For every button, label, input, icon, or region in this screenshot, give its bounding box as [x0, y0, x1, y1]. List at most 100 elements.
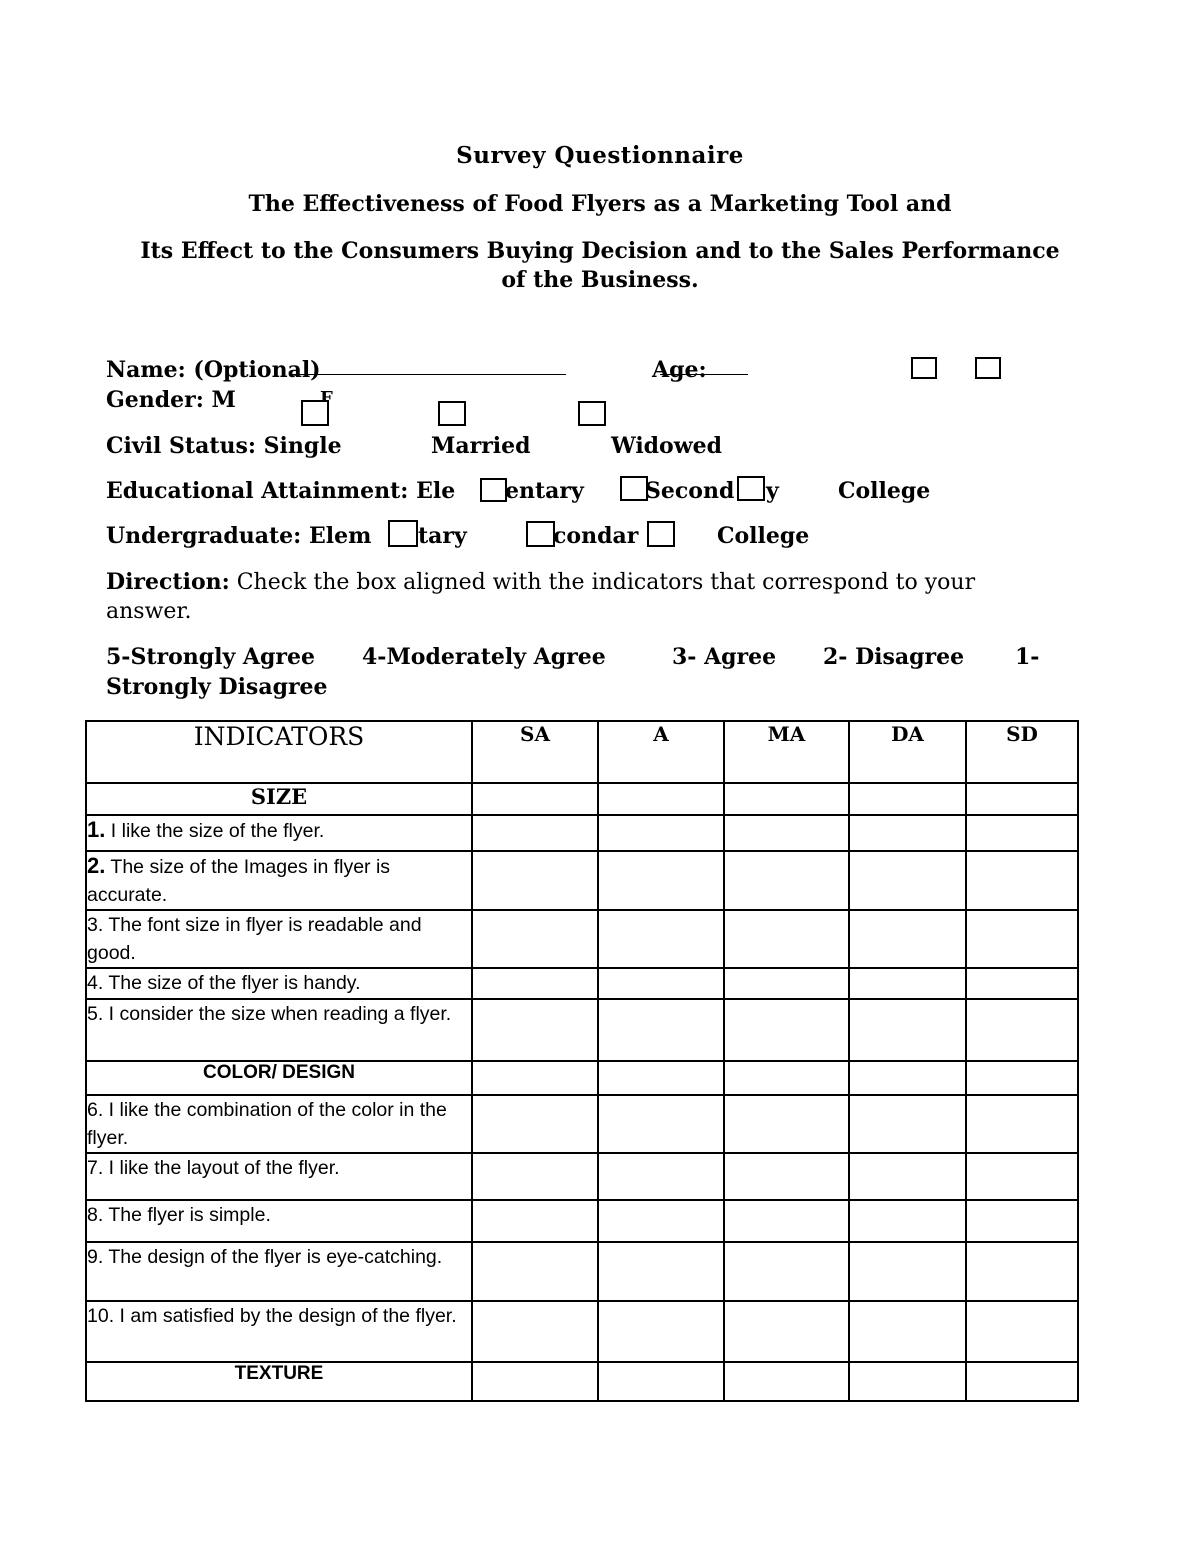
- rating-cell-da[interactable]: [848, 1199, 967, 1243]
- rating-cell-sa[interactable]: [471, 998, 599, 1062]
- indicator-number: 1.: [87, 817, 106, 842]
- header-a: A: [597, 720, 725, 784]
- checkbox-age-1[interactable]: [911, 357, 937, 379]
- checkbox-age-2[interactable]: [975, 357, 1001, 379]
- scale-1: Strongly Disagree: [106, 674, 328, 700]
- rating-cell-da[interactable]: [848, 909, 967, 969]
- indicator-statement: 6. I like the combination of the color i…: [87, 1099, 447, 1149]
- scale-3: 3- Agree: [672, 644, 777, 670]
- rating-cell-sd[interactable]: [965, 998, 1079, 1062]
- checkbox-undergrad-college[interactable]: [647, 521, 675, 547]
- checkbox-gender-m[interactable]: [301, 400, 329, 426]
- rating-cell-ma[interactable]: [723, 967, 850, 1000]
- rating-cell-sd: [965, 1361, 1079, 1402]
- header-da: DA: [848, 720, 967, 784]
- rating-cell-a: [597, 1060, 725, 1096]
- indicator-text: 1. I like the size of the flyer.: [85, 814, 473, 852]
- rating-cell-sa[interactable]: [471, 1241, 599, 1302]
- rating-cell-sd[interactable]: [965, 1199, 1079, 1243]
- checkbox-education-elementary[interactable]: [480, 478, 507, 502]
- rating-cell-sa[interactable]: [471, 1094, 599, 1154]
- rating-cell-ma[interactable]: [723, 1152, 850, 1201]
- rating-cell-a[interactable]: [597, 1241, 725, 1302]
- education-elementary-rest: entary: [505, 478, 584, 504]
- rating-cell-da[interactable]: [848, 1094, 967, 1154]
- document-title: Survey Questionnaire: [456, 142, 744, 169]
- rating-cell-sd[interactable]: [965, 1094, 1079, 1154]
- rating-cell-ma[interactable]: [723, 998, 850, 1062]
- indicator-text: 5. I consider the size when reading a fl…: [85, 998, 473, 1062]
- indicator-statement: 4. The size of the flyer is handy.: [87, 972, 361, 994]
- indicator-statement: I like the size of the flyer.: [105, 820, 325, 842]
- name-label: Name: (Optional): [106, 357, 321, 383]
- rating-cell-a[interactable]: [597, 967, 725, 1000]
- table-header-row: INDICATORS SA A MA DA SD: [85, 720, 1079, 784]
- rating-cell-a: [597, 782, 725, 816]
- table-row: 3. The font size in flyer is readable an…: [85, 909, 1079, 969]
- rating-cell-ma[interactable]: [723, 1241, 850, 1302]
- rating-cell-ma[interactable]: [723, 1199, 850, 1243]
- direction-text-line2: answer.: [106, 599, 192, 624]
- indicator-statement: 8. The flyer is simple.: [87, 1204, 271, 1226]
- education-secondary-a: Second: [645, 478, 735, 504]
- undergrad-elementary-rest: tary: [418, 523, 467, 549]
- rating-cell-ma[interactable]: [723, 909, 850, 969]
- rating-cell-sd: [965, 782, 1079, 816]
- indicator-statement: 3. The font size in flyer is readable an…: [87, 914, 422, 964]
- rating-cell-ma: [723, 1060, 850, 1096]
- rating-cell-sa[interactable]: [471, 814, 599, 852]
- rating-cell-da[interactable]: [848, 1241, 967, 1302]
- table-row: 9. The design of the flyer is eye-catchi…: [85, 1241, 1079, 1302]
- rating-cell-a[interactable]: [597, 1199, 725, 1243]
- rating-cell-sa[interactable]: [471, 1199, 599, 1243]
- rating-cell-sa[interactable]: [471, 850, 599, 911]
- rating-cell-sa[interactable]: [471, 909, 599, 969]
- rating-cell-sa[interactable]: [471, 967, 599, 1000]
- rating-cell-sd[interactable]: [965, 1152, 1079, 1201]
- rating-cell-sd[interactable]: [965, 909, 1079, 969]
- rating-cell-a[interactable]: [597, 998, 725, 1062]
- indicator-statement: The size of the Images in flyer is accur…: [87, 856, 391, 906]
- rating-cell-sd[interactable]: [965, 967, 1079, 1000]
- rating-cell-sa[interactable]: [471, 1300, 599, 1363]
- rating-cell-a[interactable]: [597, 1094, 725, 1154]
- rating-cell-a[interactable]: [597, 1300, 725, 1363]
- rating-cell-ma[interactable]: [723, 1300, 850, 1363]
- table-section-row: SIZE: [85, 782, 1079, 816]
- checkbox-gender-f[interactable]: [438, 401, 466, 426]
- rating-cell-a[interactable]: [597, 909, 725, 969]
- checkbox-undergrad-elementary[interactable]: [388, 520, 418, 547]
- checkbox-civil-single[interactable]: [578, 401, 606, 426]
- checkbox-education-secondary[interactable]: [620, 476, 648, 501]
- name-field-line[interactable]: [290, 374, 566, 375]
- header-sd: SD: [965, 720, 1079, 784]
- rating-cell-ma[interactable]: [723, 1094, 850, 1154]
- rating-cell-sa[interactable]: [471, 1152, 599, 1201]
- scale-4: 4-Moderately Agree: [362, 644, 606, 670]
- rating-cell-sd[interactable]: [965, 1241, 1079, 1302]
- age-field-line[interactable]: [660, 374, 748, 375]
- rating-cell-da[interactable]: [848, 814, 967, 852]
- rating-cell-da[interactable]: [848, 850, 967, 911]
- checkbox-undergrad-secondary[interactable]: [526, 521, 555, 547]
- rating-cell-ma: [723, 1361, 850, 1402]
- rating-cell-ma[interactable]: [723, 850, 850, 911]
- undergrad-label: Undergraduate: Elem: [106, 523, 372, 549]
- rating-cell-sa: [471, 782, 599, 816]
- rating-cell-da[interactable]: [848, 1300, 967, 1363]
- header-indicators: INDICATORS: [85, 720, 473, 784]
- rating-cell-ma[interactable]: [723, 814, 850, 852]
- rating-cell-da[interactable]: [848, 998, 967, 1062]
- indicator-statement: 5. I consider the size when reading a fl…: [87, 1003, 452, 1025]
- checkbox-education-college[interactable]: [737, 476, 765, 501]
- rating-cell-sd[interactable]: [965, 814, 1079, 852]
- rating-cell-a[interactable]: [597, 814, 725, 852]
- rating-cell-sd[interactable]: [965, 850, 1079, 911]
- education-label: Educational Attainment: Ele: [106, 478, 456, 504]
- scale-5: 5-Strongly Agree: [106, 644, 315, 670]
- rating-cell-sd[interactable]: [965, 1300, 1079, 1363]
- rating-cell-da[interactable]: [848, 1152, 967, 1201]
- rating-cell-da[interactable]: [848, 967, 967, 1000]
- rating-cell-a[interactable]: [597, 850, 725, 911]
- rating-cell-a[interactable]: [597, 1152, 725, 1201]
